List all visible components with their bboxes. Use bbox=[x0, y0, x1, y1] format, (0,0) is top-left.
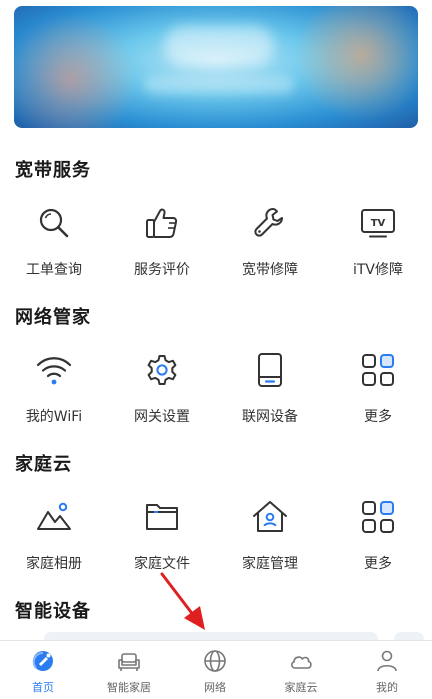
cloud-more-label: 更多 bbox=[364, 556, 392, 572]
ticket-query-label: 工单查询 bbox=[26, 262, 82, 278]
tab-smart-home-label: 智能家居 bbox=[107, 681, 151, 694]
section-title-family-cloud: 家庭云 bbox=[15, 454, 72, 475]
person-icon bbox=[377, 650, 397, 672]
service-review-label: 服务评价 bbox=[134, 262, 190, 278]
tab-home[interactable]: 首页 bbox=[0, 641, 86, 699]
network-more-button[interactable]: 更多 bbox=[324, 352, 432, 442]
family-album-label: 家庭相册 bbox=[26, 556, 82, 572]
itv-repair-label: iTV修障 bbox=[352, 262, 404, 278]
cloud-icon bbox=[291, 656, 312, 669]
device-icon bbox=[258, 353, 282, 387]
section-title-smart-devices: 智能设备 bbox=[15, 601, 91, 622]
broadband-repair-button[interactable]: 宽带修障 bbox=[216, 205, 324, 295]
home-manage-icon bbox=[253, 501, 287, 532]
tab-me-label: 我的 bbox=[376, 681, 398, 694]
tab-home-label: 首页 bbox=[32, 681, 54, 694]
folder-icon bbox=[146, 504, 178, 530]
network-more-label: 更多 bbox=[364, 409, 392, 425]
tab-network-label: 网络 bbox=[204, 681, 226, 694]
wrench-icon bbox=[254, 208, 283, 237]
tab-me[interactable]: 我的 bbox=[344, 641, 430, 699]
service-review-button[interactable]: 服务评价 bbox=[108, 205, 216, 295]
grid-more-icon bbox=[362, 354, 394, 386]
family-manage-label: 家庭管理 bbox=[242, 556, 298, 572]
grid-more-icon bbox=[362, 501, 394, 533]
family-manage-button[interactable]: 家庭管理 bbox=[216, 499, 324, 589]
connected-devices-button[interactable]: 联网设备 bbox=[216, 352, 324, 442]
gateway-settings-label: 网关设置 bbox=[134, 409, 190, 425]
home-satellite-icon bbox=[32, 651, 53, 671]
sofa-icon bbox=[118, 653, 140, 671]
tv-icon: TV bbox=[361, 209, 395, 238]
network-row: 我的WiFi 网关设置 联网设备 更多 bbox=[0, 352, 432, 442]
globe-icon bbox=[204, 650, 226, 672]
gear-icon bbox=[147, 355, 177, 385]
ticket-query-button[interactable]: 工单查询 bbox=[0, 205, 108, 295]
promo-banner[interactable] bbox=[14, 6, 418, 128]
section-title-broadband: 宽带服务 bbox=[15, 160, 91, 181]
svg-text:TV: TV bbox=[371, 218, 386, 229]
tab-smart-home[interactable]: 智能家居 bbox=[86, 641, 172, 699]
wifi-icon bbox=[36, 357, 72, 385]
itv-repair-button[interactable]: TV iTV修障 bbox=[324, 205, 432, 295]
gateway-settings-button[interactable]: 网关设置 bbox=[108, 352, 216, 442]
family-album-button[interactable]: 家庭相册 bbox=[0, 499, 108, 589]
tab-family-cloud[interactable]: 家庭云 bbox=[258, 641, 344, 699]
annotation-arrow-icon bbox=[160, 572, 205, 630]
section-title-network: 网络管家 bbox=[15, 307, 91, 328]
photo-album-icon bbox=[37, 502, 71, 530]
thumbs-up-icon bbox=[146, 208, 178, 238]
connected-devices-label: 联网设备 bbox=[242, 409, 298, 425]
my-wifi-label: 我的WiFi bbox=[25, 409, 83, 425]
cloud-more-button[interactable]: 更多 bbox=[324, 499, 432, 589]
broadband-row: 工单查询 服务评价 宽带修障 TV iTV修障 bbox=[0, 205, 432, 295]
tab-family-cloud-label: 家庭云 bbox=[284, 681, 318, 694]
tab-network[interactable]: 网络 bbox=[172, 641, 258, 699]
family-cloud-row: 家庭相册 家庭文件 家庭管理 更多 bbox=[0, 499, 432, 589]
my-wifi-button[interactable]: 我的WiFi bbox=[0, 352, 108, 442]
search-icon bbox=[39, 208, 69, 238]
bottom-tab-bar: 首页 智能家居 网络 家庭云 我的 bbox=[0, 640, 432, 699]
broadband-repair-label: 宽带修障 bbox=[242, 262, 298, 278]
